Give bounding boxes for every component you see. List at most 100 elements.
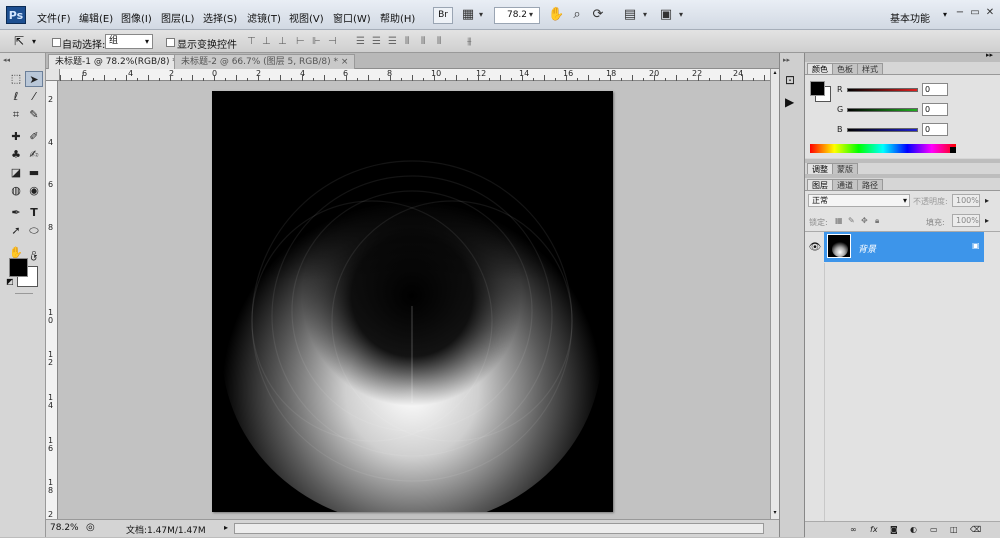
channel-b-slider[interactable] xyxy=(847,128,918,132)
scroll-down-icon[interactable]: ▾ xyxy=(771,509,779,517)
spectrum-black-swatch[interactable] xyxy=(950,147,956,153)
align-right-icon[interactable]: ⊣ xyxy=(328,36,337,47)
rotate-view-icon[interactable]: ⟳ xyxy=(590,7,606,23)
screen-mode-icon[interactable]: ▣ xyxy=(658,7,674,23)
swap-colors-icon[interactable]: ↺ xyxy=(30,254,38,264)
eraser-tool-icon[interactable]: ◪ xyxy=(7,165,25,181)
distribute-bottom-icon[interactable]: ☰ xyxy=(388,36,397,47)
chevron-down-icon[interactable]: ▾ xyxy=(476,7,486,23)
crop-tool-icon[interactable]: ⌗ xyxy=(7,107,25,123)
new-layer-icon[interactable]: ◫ xyxy=(950,525,958,534)
delete-layer-icon[interactable]: ⌫ xyxy=(970,525,981,534)
align-vcenter-icon[interactable]: ⊥ xyxy=(262,36,271,47)
horizontal-ruler[interactable]: 6 4 2 0 2 4 6 8 10 12 14 16 18 20 22 24 xyxy=(60,69,770,81)
vertical-scrollbar[interactable]: ▴ ▾ xyxy=(770,69,779,519)
distribute-left-icon[interactable]: ⫴ xyxy=(405,36,409,47)
adjustment-layer-icon[interactable]: ◐ xyxy=(910,525,917,534)
close-icon[interactable]: ✕ xyxy=(983,6,997,20)
opacity-field[interactable]: 100% xyxy=(952,194,980,207)
menu-file[interactable]: 文件(F) xyxy=(37,10,71,25)
menu-window[interactable]: 窗口(W) xyxy=(333,10,371,25)
channel-b-value[interactable]: 0 xyxy=(922,123,948,136)
channel-g-value[interactable]: 0 xyxy=(922,103,948,116)
auto-select-dropdown[interactable]: 组 ▾ xyxy=(105,34,153,49)
move-tool-icon[interactable]: ➤ xyxy=(25,71,43,87)
history-panel-icon[interactable]: ⊡ xyxy=(785,73,795,87)
expand-panels-icon[interactable]: ▸▸ xyxy=(783,56,790,64)
zoom-dropdown-icon[interactable]: ▾ xyxy=(524,7,538,23)
tab-paths[interactable]: 路径 xyxy=(857,179,883,190)
scroll-up-icon[interactable]: ▴ xyxy=(771,69,779,77)
shape-tool-icon[interactable]: ⬭ xyxy=(25,223,43,239)
collapse-icon[interactable]: ▸▸ xyxy=(986,51,993,59)
align-left-icon[interactable]: ⊢ xyxy=(296,36,305,47)
menu-select[interactable]: 选择(S) xyxy=(203,10,237,25)
arrange-documents-icon[interactable]: ▤ xyxy=(622,7,638,23)
clone-stamp-tool-icon[interactable]: ♣ xyxy=(7,147,25,163)
fill-dropdown-icon[interactable]: ▸ xyxy=(985,216,989,225)
magic-wand-tool-icon[interactable]: ⁄ xyxy=(25,89,43,105)
layer-name[interactable]: 背景 xyxy=(858,242,876,255)
channel-r-value[interactable]: 0 xyxy=(922,83,948,96)
workspace-dropdown-icon[interactable]: ▾ xyxy=(943,10,947,19)
tab-adjustments[interactable]: 调整 xyxy=(807,163,833,174)
menu-help[interactable]: 帮助(H) xyxy=(380,10,415,25)
channel-r-slider[interactable] xyxy=(847,88,918,92)
lasso-tool-icon[interactable]: ℓ xyxy=(7,89,25,105)
healing-brush-tool-icon[interactable]: ✚ xyxy=(7,129,25,145)
lock-position-icon[interactable]: ✥ xyxy=(861,216,868,225)
blur-tool-icon[interactable]: ◍ xyxy=(7,183,25,199)
minimize-icon[interactable]: − xyxy=(953,6,967,20)
history-brush-tool-icon[interactable]: ✍ xyxy=(25,147,43,163)
status-menu-arrow-icon[interactable]: ▸ xyxy=(224,523,228,532)
new-group-icon[interactable]: ▭ xyxy=(930,525,938,534)
vertical-ruler[interactable]: 24681 01 21 41 61 82 0 xyxy=(46,81,58,527)
opacity-dropdown-icon[interactable]: ▸ xyxy=(985,196,989,205)
close-icon[interactable]: × xyxy=(341,57,349,67)
collapse-icon[interactable]: ◂◂ xyxy=(3,56,10,64)
tab-document-1[interactable]: 未标题-1 @ 78.2%(RGB/8) * × xyxy=(48,54,195,69)
tab-styles[interactable]: 样式 xyxy=(857,63,883,74)
align-top-icon[interactable]: ⊤ xyxy=(247,36,256,47)
menu-filter[interactable]: 滤镜(T) xyxy=(247,10,281,25)
show-transform-checkbox[interactable] xyxy=(166,38,175,47)
tab-color[interactable]: 颜色 xyxy=(807,63,833,74)
lock-all-icon[interactable]: 🔒︎ xyxy=(875,216,879,226)
workspace-switcher[interactable]: 基本功能 xyxy=(890,10,930,25)
pen-tool-icon[interactable]: ✒ xyxy=(7,205,25,221)
tab-layers[interactable]: 图层 xyxy=(807,179,833,190)
bridge-button[interactable]: Br xyxy=(433,7,453,24)
add-mask-icon[interactable]: ◙ xyxy=(890,525,898,534)
gradient-tool-icon[interactable]: ▬ xyxy=(25,165,43,181)
default-colors-icon[interactable]: ◩ xyxy=(6,277,14,286)
menu-view[interactable]: 视图(V) xyxy=(289,10,324,25)
tab-swatches[interactable]: 色板 xyxy=(832,63,858,74)
auto-select-checkbox[interactable] xyxy=(52,38,61,47)
status-nav-icon[interactable]: ◎ xyxy=(86,522,95,533)
tab-document-2[interactable]: 未标题-2 @ 66.7% (图层 5, RGB/8) * × xyxy=(174,54,356,69)
actions-panel-icon[interactable]: ▶ xyxy=(785,95,794,109)
tab-masks[interactable]: 蒙版 xyxy=(832,163,858,174)
arrange-dropdown-icon[interactable]: ▾ xyxy=(640,7,650,23)
tab-channels[interactable]: 通道 xyxy=(832,179,858,190)
type-tool-icon[interactable]: T xyxy=(25,205,43,221)
hand-tool-icon[interactable]: ✋ xyxy=(548,7,564,23)
auto-align-icon[interactable]: ⫵ xyxy=(467,36,472,47)
move-tool-icon[interactable]: ⇱ xyxy=(14,34,24,48)
layer-style-icon[interactable]: fx xyxy=(870,525,878,534)
path-selection-tool-icon[interactable]: ➚ xyxy=(7,223,25,239)
brush-tool-icon[interactable]: ✐ xyxy=(25,129,43,145)
status-zoom[interactable]: 78.2% xyxy=(50,523,79,533)
lock-transparent-icon[interactable]: ▦ xyxy=(835,216,843,225)
menu-image[interactable]: 图像(I) xyxy=(121,10,152,25)
foreground-color-swatch[interactable] xyxy=(9,258,28,277)
screen-mode-dropdown-icon[interactable]: ▾ xyxy=(676,7,686,23)
horizontal-scrollbar[interactable] xyxy=(234,523,764,534)
distribute-vcenter-icon[interactable]: ☰ xyxy=(372,36,381,47)
distribute-hcenter-icon[interactable]: ⫴ xyxy=(421,36,425,47)
fill-field[interactable]: 100% xyxy=(952,214,980,227)
eyedropper-tool-icon[interactable]: ✎ xyxy=(25,107,43,123)
document-canvas[interactable] xyxy=(212,91,613,512)
layer-row-background[interactable]: 背景 ▣ xyxy=(824,232,984,262)
menu-edit[interactable]: 编辑(E) xyxy=(79,10,113,25)
